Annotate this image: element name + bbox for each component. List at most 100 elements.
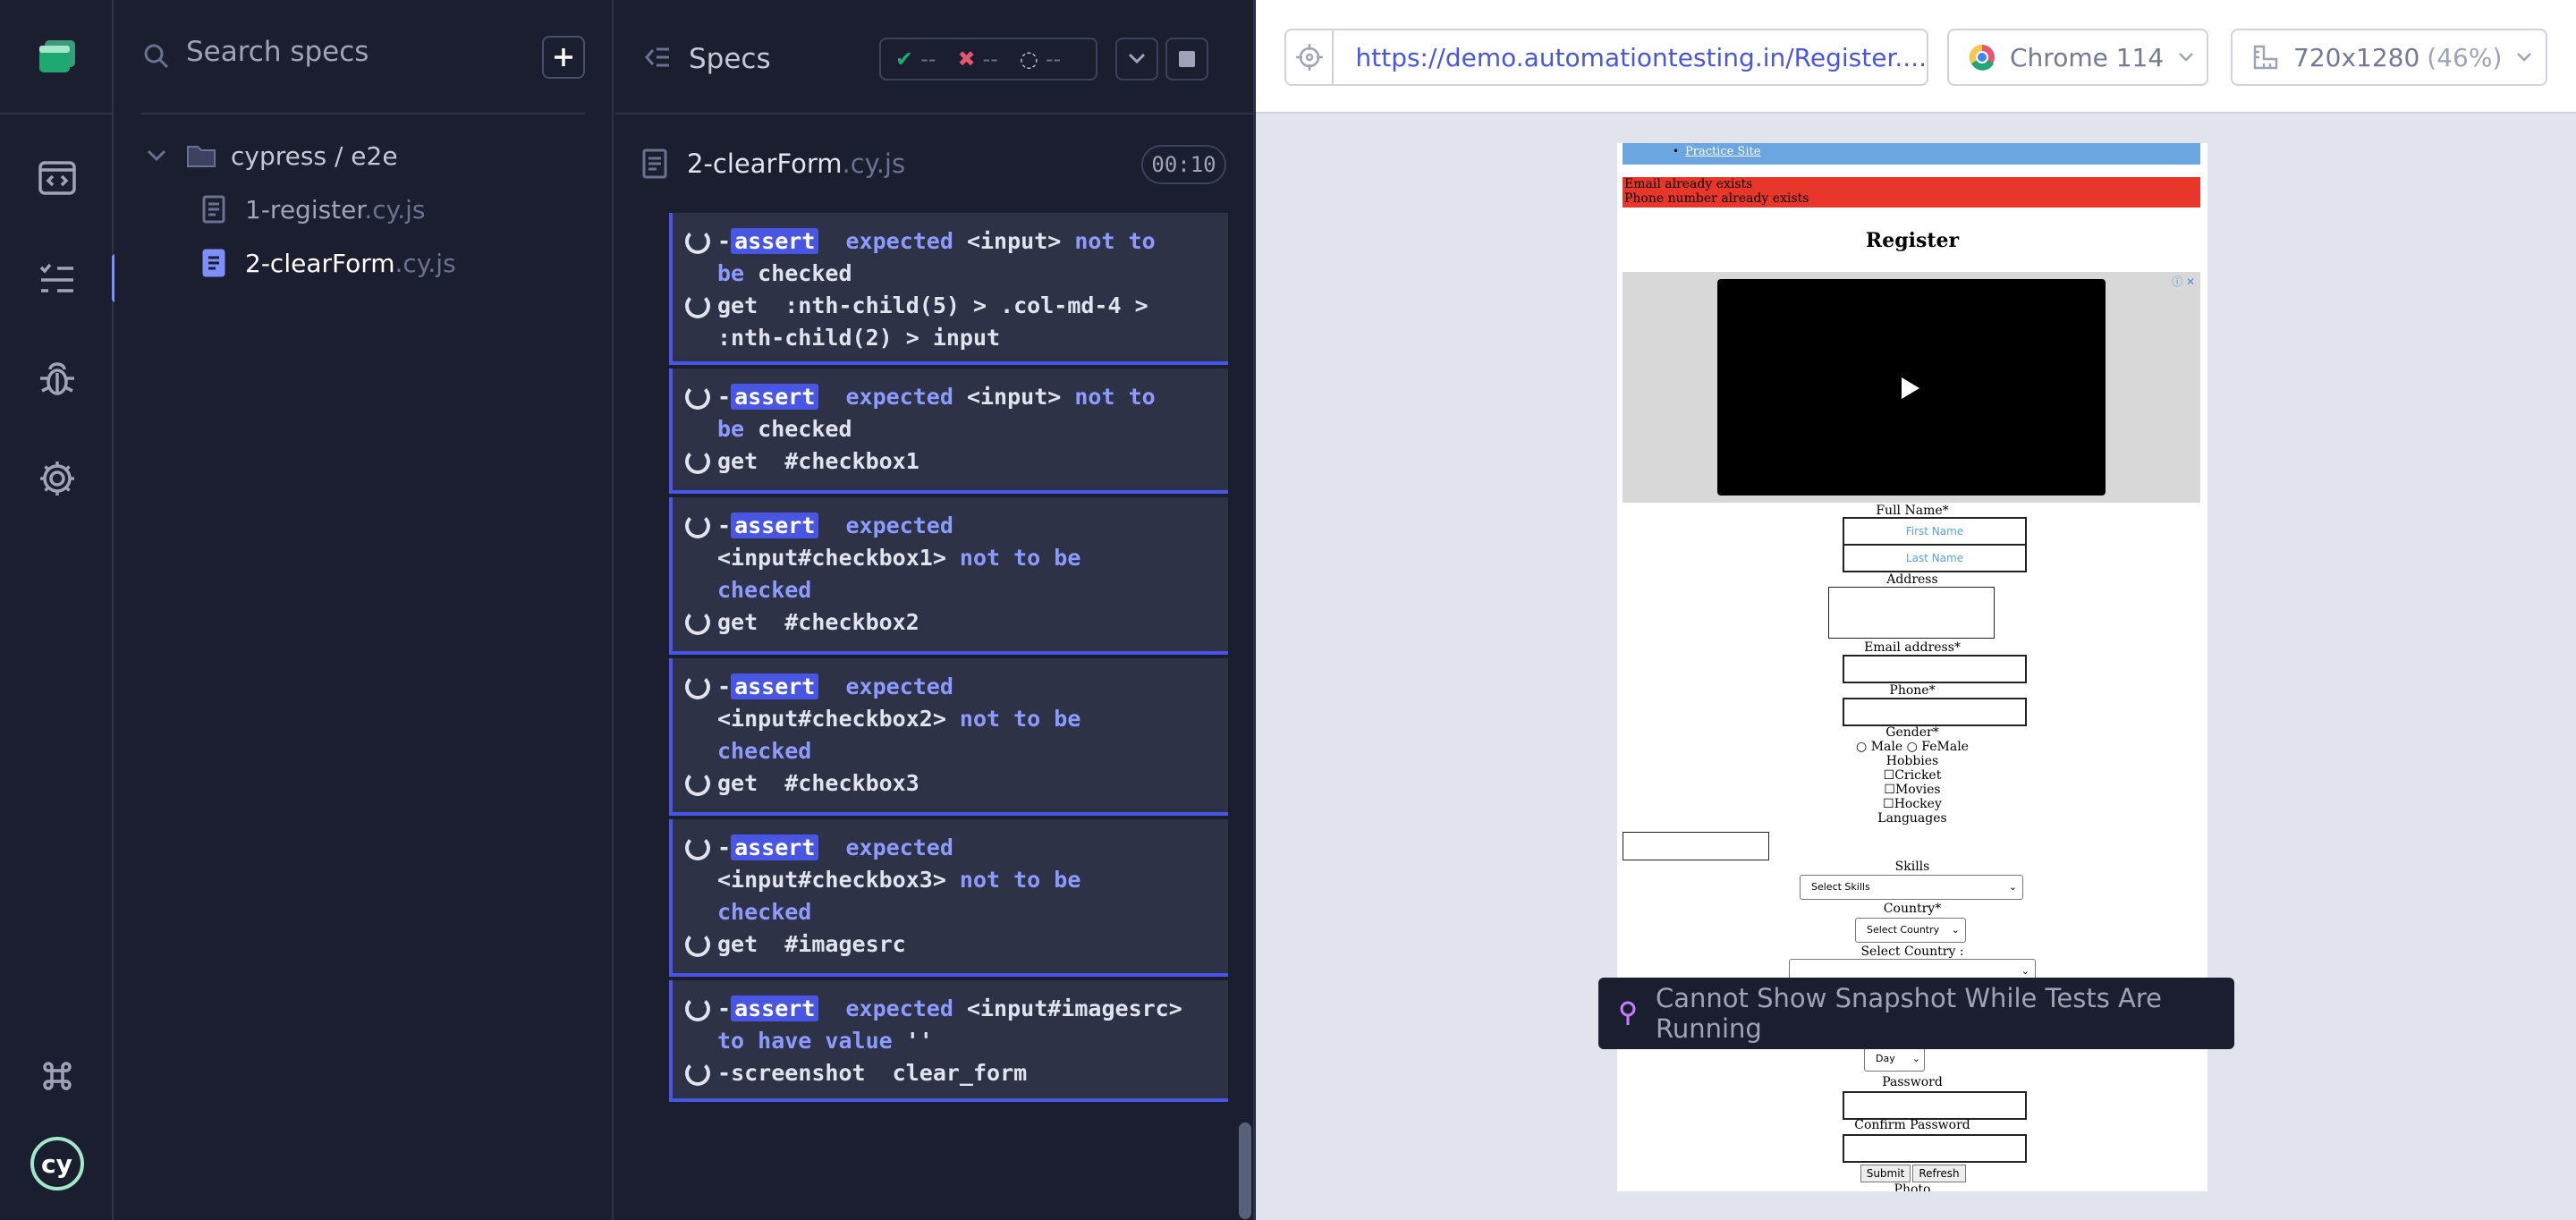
folder-row[interactable]: cypress / e2e (114, 131, 614, 181)
video-player[interactable] (1717, 279, 2106, 496)
bullet: • (1673, 145, 1680, 157)
reporter-panel: Specs ✔ -- ✖ -- ◌ -- 2-clearForm.cy.js 0… (615, 0, 1255, 1220)
search-input[interactable]: Search specs (186, 36, 369, 68)
failed-count: -- (982, 47, 998, 72)
password-input[interactable] (1843, 1091, 2027, 1120)
command-group[interactable]: - assert expected <input#checkbox2> not t… (669, 658, 1228, 816)
collapse-specs-icon[interactable] (644, 47, 671, 68)
skills-select[interactable]: Select Skills ⌄ (1800, 875, 2023, 900)
full-name-label: Full Name* (1876, 504, 1949, 518)
hobby-cricket[interactable]: ☐Cricket (1617, 768, 2207, 783)
command-dash: - (717, 674, 732, 699)
checkbox[interactable]: ☐ (1883, 797, 1894, 811)
command-group[interactable]: - assert expected <input#checkbox1> not t… (669, 497, 1228, 655)
command-group[interactable]: - assert expected <input#imagesrc> to hav… (669, 980, 1228, 1102)
country-label: Country* (1883, 902, 1942, 916)
refresh-button[interactable]: Refresh (1912, 1165, 1966, 1182)
command-text: get #checkbox2 (717, 606, 1182, 639)
last-name-placeholder: Last Name (1905, 552, 1964, 564)
folder-label: cypress / e2e (231, 140, 398, 171)
first-name-input[interactable]: First Name (1843, 517, 2027, 546)
hobby-hockey[interactable]: ☐Hockey (1617, 797, 2207, 811)
command-value: get :nth-child(5) > .col-md-4 > :nth-chi… (717, 292, 1162, 351)
assert-badge: assert (731, 228, 819, 254)
spec-ext: .cy.js (394, 248, 456, 278)
pending-spinner-icon (685, 996, 710, 1021)
nav-keyboard-shortcuts[interactable] (0, 1027, 114, 1125)
languages-multiselect[interactable] (1623, 832, 1769, 860)
command-group[interactable]: - assert expected <input> not to be check… (669, 213, 1228, 365)
command-text: get #checkbox3 (717, 767, 1182, 800)
current-spec-ext: .cy.js (842, 148, 906, 179)
female-radio[interactable]: ○ (1907, 740, 1922, 754)
pending-spinner-icon (685, 610, 710, 635)
reporter-header: Specs ✔ -- ✖ -- ◌ -- (615, 0, 1255, 114)
aut-toolbar: https://demo.automationtesting.in/Regist… (1256, 0, 2576, 114)
chevron-down-icon: ⌄ (1951, 924, 1960, 936)
hobbies-label: Hobbies (1885, 754, 1939, 768)
play-icon[interactable] (1900, 376, 1921, 401)
command-keyword: expected (845, 513, 967, 538)
day-select[interactable]: Day ⌄ (1864, 1046, 1925, 1072)
submit-button[interactable]: Submit (1860, 1165, 1911, 1182)
practice-site-link[interactable]: Practice Site (1685, 145, 1760, 158)
confirm-password-input[interactable] (1843, 1134, 2027, 1163)
project-icon[interactable] (38, 38, 77, 74)
chevron-down-icon (1128, 53, 1146, 64)
nav-runs[interactable] (0, 129, 114, 227)
checkbox[interactable]: ☐ (1884, 783, 1895, 797)
snapshot-toast: Cannot Show Snapshot While Tests Are Run… (1598, 978, 2234, 1049)
browser-select[interactable]: Chrome 114 (1947, 29, 2208, 86)
command-group[interactable]: - assert expected <input#checkbox3> not t… (669, 819, 1228, 977)
hobby-movies[interactable]: ☐Movies (1617, 783, 2207, 797)
male-radio[interactable]: ○ (1856, 740, 1871, 754)
female-label: FeMale (1921, 740, 1969, 754)
nav-debug[interactable] (0, 329, 114, 428)
add-spec-button[interactable] (542, 36, 585, 79)
spec-item-register[interactable]: 1-register.cy.js (114, 184, 614, 234)
selector-playground-button[interactable] (1286, 30, 1335, 84)
gender-options: ○ Male ○ FeMale (1617, 740, 2207, 754)
spec-item-clearform-active[interactable]: 2-clearForm.cy.js (114, 238, 614, 288)
reporter-scrollbar[interactable] (1239, 1123, 1251, 1219)
toast-message: Cannot Show Snapshot While Tests Are Run… (1656, 983, 2162, 1044)
nav-cypress-logo[interactable]: cy (0, 1114, 114, 1213)
run-timer: 00:10 (1141, 145, 1226, 184)
command-key-icon (42, 1062, 72, 1090)
ad-info-icon[interactable]: ⓘ ✕ (2172, 274, 2195, 289)
confirm-password-label: Confirm Password (1854, 1118, 1970, 1132)
command-text: get #checkbox1 (717, 445, 1182, 478)
assert-badge: assert (731, 674, 819, 699)
register-heading: Register (1865, 229, 1960, 252)
current-spec-name: 2-clearForm (687, 148, 843, 179)
checkbox[interactable]: ☐ (1884, 768, 1895, 783)
assert-badge: assert (731, 513, 819, 538)
spec-name: 1-register (245, 194, 365, 225)
stop-button[interactable] (1165, 38, 1208, 80)
assert-badge: assert (731, 995, 819, 1021)
expand-collapse-button[interactable] (1115, 38, 1158, 80)
command-value: get #checkbox2 (717, 609, 919, 635)
command-value: <input#checkbox3> (717, 867, 946, 893)
viewport-scale: (46%) (2427, 42, 2503, 72)
nav-settings[interactable] (0, 429, 114, 528)
browser-code-icon (38, 161, 76, 195)
viewport-select[interactable]: 720x1280 (46%) (2231, 29, 2547, 86)
email-input[interactable] (1843, 655, 2027, 683)
last-name-input[interactable]: Last Name (1843, 544, 2027, 572)
gender-label: Gender* (1885, 725, 1939, 740)
pending-count: -- (1045, 47, 1062, 72)
pending-spinner-icon (685, 513, 710, 538)
chevron-down-icon (2179, 53, 2194, 62)
nav-specs[interactable] (0, 229, 119, 327)
country-select[interactable]: Select Country ⌄ (1855, 918, 1966, 943)
pending-spinner-icon (685, 385, 710, 410)
address-textarea[interactable] (1828, 587, 1995, 639)
folder-icon (187, 146, 216, 167)
country-select-value: Select Country (1867, 924, 1940, 936)
url-bar[interactable]: https://demo.automationtesting.in/Regist… (1284, 29, 1928, 86)
command-group[interactable]: - assert expected <input> not to be check… (669, 369, 1228, 494)
command-keyword: expected (845, 228, 967, 254)
phone-input[interactable] (1843, 698, 2027, 726)
ad-banner[interactable]: ⓘ ✕ (1623, 272, 2200, 503)
